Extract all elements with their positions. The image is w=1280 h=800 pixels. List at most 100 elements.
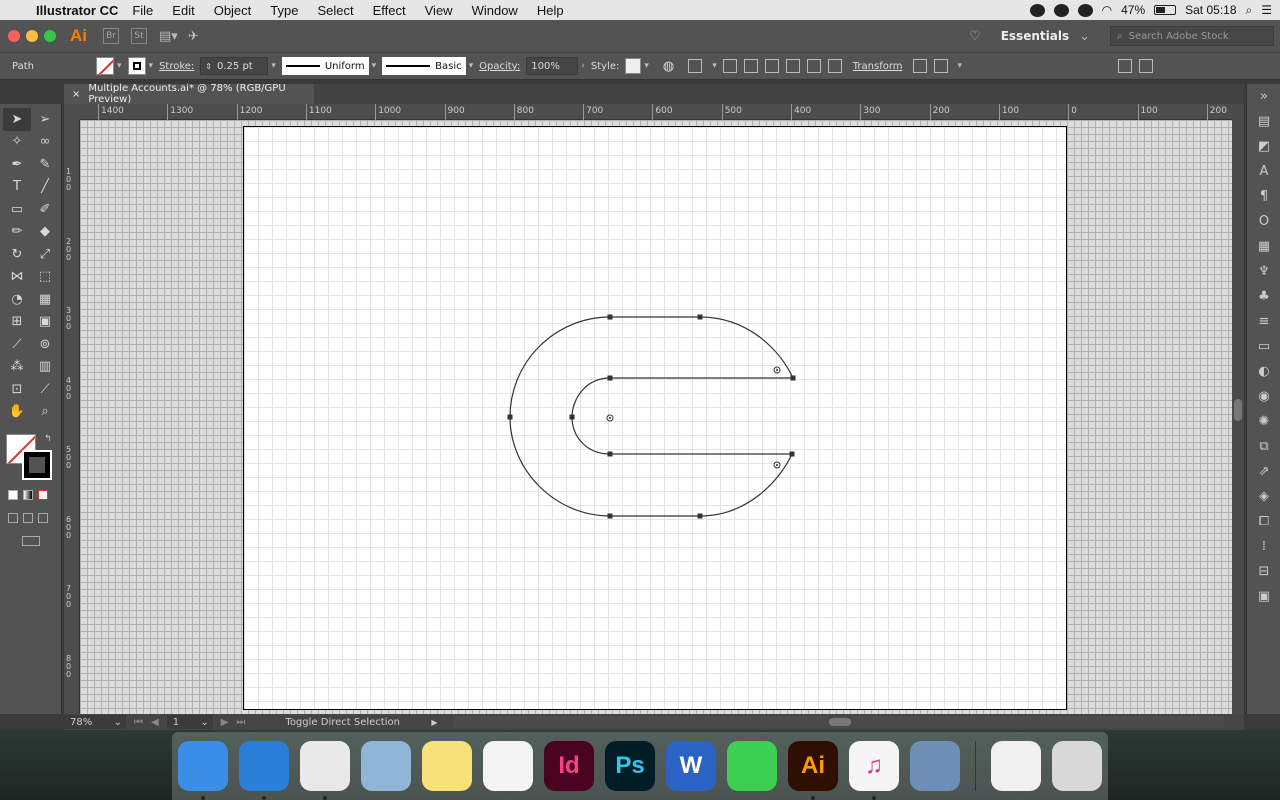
symbols-icon[interactable]: ♣ bbox=[1247, 284, 1280, 309]
draw-inside-icon[interactable] bbox=[38, 513, 48, 523]
blend-tool-icon[interactable]: ⊚ bbox=[31, 333, 59, 356]
menu-file[interactable]: File bbox=[132, 3, 153, 18]
graphic-styles-icon[interactable]: ✺ bbox=[1247, 409, 1280, 434]
gradient-icon[interactable] bbox=[23, 490, 33, 500]
menu-window[interactable]: Window bbox=[472, 3, 518, 18]
next-artboard-icon[interactable]: ▶ bbox=[221, 717, 229, 728]
menu-effect[interactable]: Effect bbox=[373, 3, 406, 18]
canvas[interactable] bbox=[80, 120, 1232, 714]
style-dropdown-icon[interactable]: ▾ bbox=[644, 61, 649, 71]
anchor-point[interactable] bbox=[789, 451, 795, 457]
anchor-point[interactable] bbox=[607, 513, 613, 519]
anchor-point[interactable] bbox=[607, 314, 613, 320]
eyedropper-tool-icon[interactable]: ⟋ bbox=[3, 333, 31, 356]
perspective-grid-tool-icon[interactable]: ▦ bbox=[31, 288, 59, 311]
swap-fill-stroke-icon[interactable]: ↰ bbox=[44, 434, 52, 444]
align-top-icon[interactable] bbox=[785, 59, 800, 73]
align-middle-icon[interactable] bbox=[806, 59, 821, 73]
opacity-label[interactable]: Opacity: bbox=[479, 61, 520, 72]
first-artboard-icon[interactable]: ⏮ bbox=[134, 717, 143, 728]
color-icon[interactable] bbox=[8, 490, 18, 500]
horizontal-scrollbar[interactable] bbox=[454, 716, 1224, 728]
artboard-tool-icon[interactable]: ⊡ bbox=[3, 378, 31, 401]
clock[interactable]: Sat 05:18 bbox=[1185, 3, 1236, 17]
dock-finder-icon[interactable] bbox=[178, 741, 228, 800]
close-window-button[interactable] bbox=[8, 30, 20, 42]
close-icon[interactable]: × bbox=[72, 89, 80, 100]
stepper-icon[interactable]: ⇕ bbox=[205, 62, 212, 71]
gpu-performance-icon[interactable]: ✈ bbox=[188, 29, 199, 44]
paragraph-icon[interactable]: ¶ bbox=[1247, 184, 1280, 209]
artboard-navigator[interactable]: 1 ⌄ bbox=[166, 715, 213, 729]
collapse-panels-icon[interactable]: » bbox=[1247, 84, 1280, 109]
rotate-tool-icon[interactable]: ↻ bbox=[3, 243, 31, 266]
slice-tool-icon[interactable]: ⟋ bbox=[31, 378, 59, 401]
selected-path[interactable] bbox=[509, 316, 794, 517]
stroke-label[interactable]: Stroke: bbox=[159, 61, 194, 72]
scale-tool-icon[interactable]: ⤢ bbox=[31, 243, 59, 266]
gradient-tool-icon[interactable]: ▣ bbox=[31, 311, 59, 334]
status-hint[interactable]: Toggle Direct Selection bbox=[285, 717, 431, 728]
profile-dropdown-icon[interactable]: ▾ bbox=[372, 61, 377, 71]
dock-itunes-icon[interactable]: ♫ bbox=[849, 741, 899, 800]
menu-type[interactable]: Type bbox=[270, 3, 298, 18]
align-left-icon[interactable] bbox=[722, 59, 737, 73]
opacity-arrow-icon[interactable]: › bbox=[581, 61, 585, 71]
free-transform-tool-icon[interactable]: ⬚ bbox=[31, 266, 59, 289]
chevron-down-icon[interactable]: ⌄ bbox=[1079, 29, 1090, 44]
align-bottom-icon[interactable] bbox=[827, 59, 842, 73]
brush-dropdown-icon[interactable]: ▾ bbox=[469, 61, 474, 71]
asset-export-icon[interactable]: ⧉ bbox=[1247, 434, 1280, 459]
zoom-tool-icon[interactable]: ⌕ bbox=[31, 401, 59, 424]
mesh-tool-icon[interactable]: ⊞ bbox=[3, 311, 31, 334]
paintbrush-tool-icon[interactable]: ✐ bbox=[31, 198, 59, 221]
stroke-black-swatch[interactable] bbox=[22, 450, 52, 480]
pen-tool-icon[interactable]: ✒ bbox=[3, 153, 31, 176]
lightbulb-icon[interactable]: ♡ bbox=[969, 29, 981, 44]
dock-photoshop-icon[interactable]: Ps bbox=[605, 741, 655, 791]
notification-center-icon[interactable]: ☰ bbox=[1261, 3, 1272, 17]
shape-builder-tool-icon[interactable]: ◔ bbox=[3, 288, 31, 311]
symbol-sprayer-tool-icon[interactable]: ⁂ bbox=[3, 356, 31, 379]
horizontal-ruler[interactable]: 1400 1300 1200 1100 1000 900 800 700 600 500 400 30… bbox=[80, 104, 1232, 120]
transform-panel-icon[interactable]: ▣ bbox=[1247, 584, 1280, 609]
ruler-origin[interactable] bbox=[64, 104, 80, 120]
dock-trash-icon[interactable] bbox=[1052, 741, 1102, 791]
dock-illustrator-icon[interactable]: Ai bbox=[788, 741, 838, 800]
battery-percent[interactable]: 47% bbox=[1121, 3, 1145, 17]
none-icon[interactable] bbox=[38, 490, 48, 500]
menu-view[interactable]: View bbox=[425, 3, 453, 18]
stroke-swatch[interactable] bbox=[127, 57, 146, 75]
menu-help[interactable]: Help bbox=[537, 3, 564, 18]
dock-reminders-icon[interactable] bbox=[483, 741, 533, 791]
zoom-level-field[interactable]: 78% ⌄ bbox=[64, 715, 126, 729]
dock-notes-icon[interactable] bbox=[422, 741, 472, 791]
libraries-icon[interactable]: ◩ bbox=[1247, 134, 1280, 159]
recolor-artwork-icon[interactable]: ◍ bbox=[663, 59, 674, 74]
dock-mail-icon[interactable] bbox=[361, 741, 411, 791]
align-to-dropdown-icon[interactable]: ▾ bbox=[712, 61, 717, 71]
stroke-weight-field[interactable]: ⇕ 0.25 pt bbox=[200, 57, 269, 75]
dock-word-icon[interactable]: W bbox=[666, 741, 716, 791]
chevron-down-icon[interactable]: ⌄ bbox=[114, 717, 122, 728]
sync-icon[interactable] bbox=[1077, 3, 1093, 17]
wifi-icon[interactable]: ◠ bbox=[1102, 3, 1112, 17]
dock-document-icon[interactable] bbox=[991, 741, 1041, 791]
anchor-point[interactable] bbox=[507, 414, 513, 420]
control-more-dropdown-icon[interactable]: ▾ bbox=[958, 61, 963, 71]
arrange-icon[interactable] bbox=[1118, 59, 1133, 73]
line-segment-tool-icon[interactable]: ╱ bbox=[31, 176, 59, 199]
lasso-tool-icon[interactable]: ∞ bbox=[31, 131, 59, 154]
pencil-tool-icon[interactable]: ✏ bbox=[3, 221, 31, 244]
align-to-icon[interactable] bbox=[688, 59, 703, 73]
dock-preview-icon[interactable] bbox=[910, 741, 960, 791]
menu-edit[interactable]: Edit bbox=[172, 3, 194, 18]
variable-width-profile[interactable]: Uniform bbox=[281, 57, 369, 75]
stroke-icon[interactable]: ≡ bbox=[1247, 309, 1280, 334]
arrange-documents-icon[interactable]: ▤▾ bbox=[159, 29, 178, 44]
screen-mode-icon[interactable] bbox=[22, 536, 40, 546]
draw-behind-icon[interactable] bbox=[23, 513, 33, 523]
direct-selection-tool-icon[interactable]: ➢ bbox=[31, 108, 59, 131]
stroke-dropdown-icon[interactable]: ▾ bbox=[149, 61, 154, 71]
adobe-stock-button[interactable]: St bbox=[131, 28, 147, 44]
